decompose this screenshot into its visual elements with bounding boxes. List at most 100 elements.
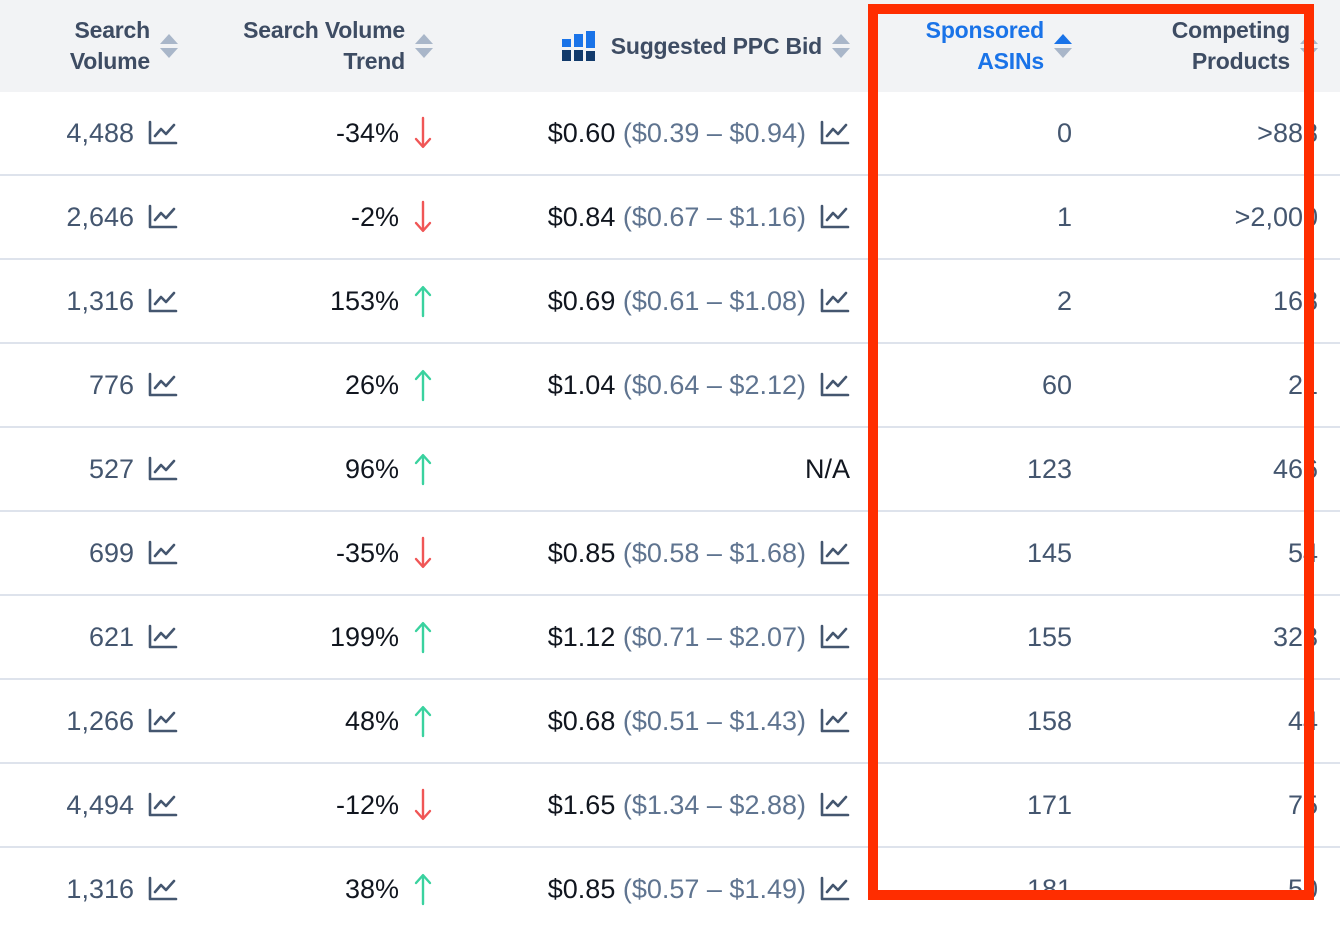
trend-down-arrow-icon (413, 788, 433, 822)
sparkline-chart-icon[interactable] (820, 540, 850, 566)
sparkline-chart-icon[interactable] (148, 288, 178, 314)
cell-suggested-ppc-bid: N/A (455, 426, 872, 511)
cell-search-volume: 699 (0, 510, 200, 595)
sort-arrows-icon-competing-products[interactable] (1300, 34, 1318, 58)
cell-suggested-ppc-bid: $0.68 ($0.51 – $1.43) (455, 678, 872, 763)
sparkline-chart-icon[interactable] (148, 624, 178, 650)
cell-suggested-ppc-bid: $0.69 ($0.61 – $1.08) (455, 258, 872, 343)
ppc-bid-range-value: ($1.34 – $2.88) (622, 789, 806, 820)
column-header-label-sponsored-asins: Sponsored ASINs (925, 17, 1045, 74)
cell-search-volume: 1,316 (0, 258, 200, 343)
sparkline-chart-icon[interactable] (148, 456, 178, 482)
sparkline-chart-icon[interactable] (148, 120, 178, 146)
sparkline-chart-icon[interactable] (148, 372, 178, 398)
sponsored-asins-value: 2 (1056, 285, 1072, 316)
sparkline-chart-icon[interactable] (820, 372, 850, 398)
sort-arrows-icon-search-volume-trend[interactable] (415, 34, 433, 58)
sparkline-chart-icon[interactable] (148, 204, 178, 230)
cell-suggested-ppc-bid: $0.84 ($0.67 – $1.16) (455, 174, 872, 259)
table-row[interactable]: 776 26% $1.04 ($0.64 – $2.12) 60 21 (0, 342, 1340, 427)
cell-sponsored-asins: 171 (872, 762, 1094, 847)
column-header-label-competing-products: Competing Products (1171, 17, 1291, 74)
cell-competing-products: 44 (1094, 678, 1340, 763)
sponsored-asins-value: 171 (1026, 789, 1072, 820)
cell-suggested-ppc-bid: $1.12 ($0.71 – $2.07) (455, 594, 872, 679)
table-row[interactable]: 527 96% N/A 123 466 (0, 426, 1340, 511)
column-header-sponsored-asins[interactable]: Sponsored ASINs (872, 0, 1094, 92)
sparkline-chart-icon[interactable] (148, 708, 178, 734)
cell-sponsored-asins: 123 (872, 426, 1094, 511)
trend-percent-value: 153% (329, 285, 399, 316)
table-row[interactable]: 621 199% $1.12 ($0.71 – $2.07) 155 323 (0, 594, 1340, 679)
cell-competing-products: 323 (1094, 594, 1340, 679)
cell-search-volume: 4,494 (0, 762, 200, 847)
sparkline-chart-icon[interactable] (820, 792, 850, 818)
sparkline-chart-icon[interactable] (820, 204, 850, 230)
ppc-bid-na-value: N/A (804, 453, 850, 484)
sponsored-asins-value: 145 (1026, 537, 1072, 568)
sort-ascending-icon (832, 34, 850, 44)
sparkline-chart-icon[interactable] (820, 288, 850, 314)
cell-search-volume-trend: 26% (200, 342, 455, 427)
cell-suggested-ppc-bid: $1.65 ($1.34 – $2.88) (455, 762, 872, 847)
table-row[interactable]: 1,266 48% $0.68 ($0.51 – $1.43) 158 44 (0, 678, 1340, 763)
table-header: Search Volume Search Volume Trend Sugges… (0, 0, 1340, 92)
ppc-bid-value: $0.84 (547, 201, 616, 232)
sort-arrows-icon-suggested-ppc-bid[interactable] (832, 34, 850, 58)
sort-arrows-icon-search-volume[interactable] (160, 34, 178, 58)
cell-competing-products: 466 (1094, 426, 1340, 511)
ppc-bid-range (615, 202, 623, 232)
trend-up-arrow-icon (413, 368, 433, 402)
ppc-bid-value: $1.04 (547, 369, 616, 400)
sparkline-chart-icon[interactable] (820, 708, 850, 734)
table-row[interactable]: 1,316 153% $0.69 ($0.61 – $1.08) 2 168 (0, 258, 1340, 343)
cell-suggested-ppc-bid: $0.60 ($0.39 – $0.94) (455, 92, 872, 175)
ppc-bid-range (615, 118, 623, 148)
column-header-competing-products[interactable]: Competing Products (1094, 0, 1340, 92)
sparkline-chart-icon[interactable] (820, 120, 850, 146)
cell-search-volume: 2,646 (0, 174, 200, 259)
competing-products-value: 44 (1287, 705, 1318, 736)
cell-search-volume-trend: -12% (200, 762, 455, 847)
trend-down-arrow-icon (413, 200, 433, 234)
trend-percent-value: 48% (344, 705, 399, 736)
bar-chart-icon (561, 31, 595, 61)
trend-down-arrow-icon (413, 536, 433, 570)
table-row[interactable]: 4,488 -34% $0.60 ($0.39 – $0.94) 0 >888 (0, 92, 1340, 175)
search-volume-value: 1,316 (66, 285, 134, 316)
ppc-bid-value: $1.12 (547, 621, 616, 652)
sort-ascending-icon (1300, 34, 1318, 44)
search-volume-value: 4,488 (66, 117, 134, 148)
sparkline-chart-icon[interactable] (820, 876, 850, 902)
column-header-search-volume-trend[interactable]: Search Volume Trend (200, 0, 455, 92)
sponsored-asins-value: 1 (1056, 201, 1072, 232)
cell-search-volume-trend: -2% (200, 174, 455, 259)
trend-percent-value: 26% (344, 369, 399, 400)
sparkline-chart-icon[interactable] (148, 792, 178, 818)
column-header-search-volume[interactable]: Search Volume (0, 0, 200, 92)
ppc-bid-range-value: ($0.71 – $2.07) (622, 621, 806, 652)
column-header-suggested-ppc-bid[interactable]: Suggested PPC Bid (455, 0, 872, 92)
sponsored-asins-value: 158 (1026, 705, 1072, 736)
sparkline-chart-icon[interactable] (148, 876, 178, 902)
column-header-label-suggested-ppc-bid: Suggested PPC Bid (610, 32, 822, 59)
competing-products-value: 75 (1287, 789, 1318, 820)
cell-search-volume-trend: 199% (200, 594, 455, 679)
cell-sponsored-asins: 158 (872, 678, 1094, 763)
cell-suggested-ppc-bid: $1.04 ($0.64 – $2.12) (455, 342, 872, 427)
table-row[interactable]: 4,494 -12% $1.65 ($1.34 – $2.88) 171 75 (0, 762, 1340, 847)
table-row[interactable]: 2,646 -2% $0.84 ($0.67 – $1.16) 1 >2,000 (0, 174, 1340, 259)
keyword-metrics-table: Search Volume Search Volume Trend Sugges… (0, 0, 1340, 930)
cell-search-volume: 527 (0, 426, 200, 511)
sparkline-chart-icon[interactable] (820, 624, 850, 650)
table-row[interactable]: 699 -35% $0.85 ($0.58 – $1.68) 145 54 (0, 510, 1340, 595)
trend-up-arrow-icon (413, 452, 433, 486)
cell-search-volume: 1,316 (0, 846, 200, 930)
ppc-bid-value: $0.68 (547, 705, 616, 736)
sort-arrows-icon-sponsored-asins[interactable] (1054, 34, 1072, 58)
sparkline-chart-icon[interactable] (148, 540, 178, 566)
ppc-bid-range (615, 874, 623, 904)
table-row[interactable]: 1,316 38% $0.85 ($0.57 – $1.49) 181 50 (0, 846, 1340, 930)
ppc-bid-value: $0.85 (547, 873, 616, 904)
cell-search-volume-trend: -35% (200, 510, 455, 595)
